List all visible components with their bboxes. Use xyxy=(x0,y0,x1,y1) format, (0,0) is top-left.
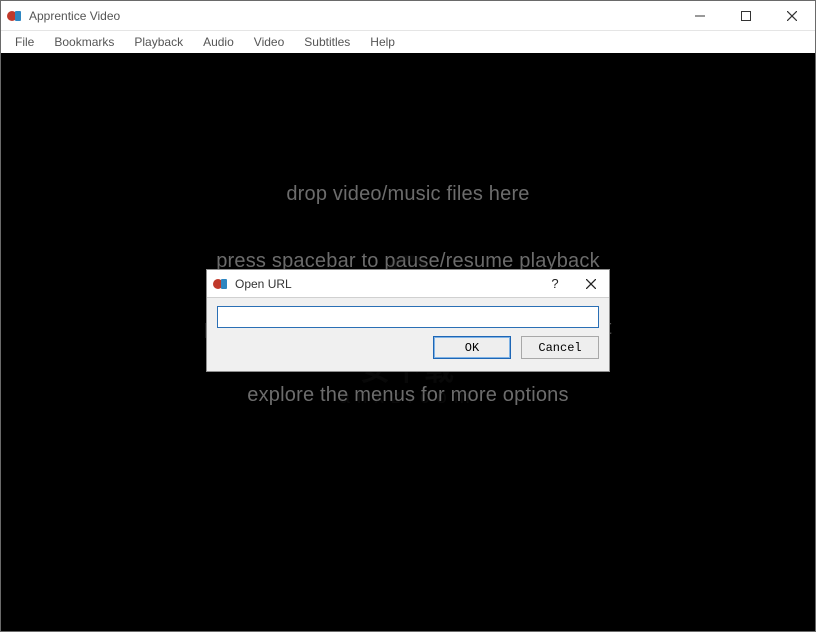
titlebar: Apprentice Video xyxy=(1,1,815,31)
hint-drop: drop video/music files here xyxy=(286,183,529,206)
menu-video[interactable]: Video xyxy=(244,33,294,51)
menu-audio[interactable]: Audio xyxy=(193,33,244,51)
window-title: Apprentice Video xyxy=(29,9,120,23)
dialog-titlebar: Open URL ? xyxy=(207,270,609,298)
app-icon xyxy=(7,8,23,24)
menu-playback[interactable]: Playback xyxy=(124,33,193,51)
hint-menus: explore the menus for more options xyxy=(247,384,568,407)
dialog-close-button[interactable] xyxy=(573,270,609,297)
cancel-button-label: Cancel xyxy=(538,341,581,355)
menu-file[interactable]: File xyxy=(5,33,44,51)
minimize-button[interactable] xyxy=(677,1,723,30)
dialog-body: OK Cancel xyxy=(207,298,609,371)
dialog-buttons: OK Cancel xyxy=(217,336,599,359)
menu-bookmarks[interactable]: Bookmarks xyxy=(44,33,124,51)
maximize-button[interactable] xyxy=(723,1,769,30)
dialog-help-button[interactable]: ? xyxy=(537,270,573,297)
dialog-title: Open URL xyxy=(235,277,292,291)
cancel-button[interactable]: Cancel xyxy=(521,336,599,359)
dialog-app-icon xyxy=(213,276,229,292)
menu-help[interactable]: Help xyxy=(360,33,405,51)
window-controls xyxy=(677,1,815,30)
open-url-dialog: Open URL ? OK Cancel xyxy=(206,269,610,372)
menubar: File Bookmarks Playback Audio Video Subt… xyxy=(1,31,815,53)
help-icon: ? xyxy=(551,276,558,291)
ok-button[interactable]: OK xyxy=(433,336,511,359)
close-button[interactable] xyxy=(769,1,815,30)
ok-button-label: OK xyxy=(465,341,479,355)
url-input[interactable] xyxy=(217,306,599,328)
menu-subtitles[interactable]: Subtitles xyxy=(294,33,360,51)
